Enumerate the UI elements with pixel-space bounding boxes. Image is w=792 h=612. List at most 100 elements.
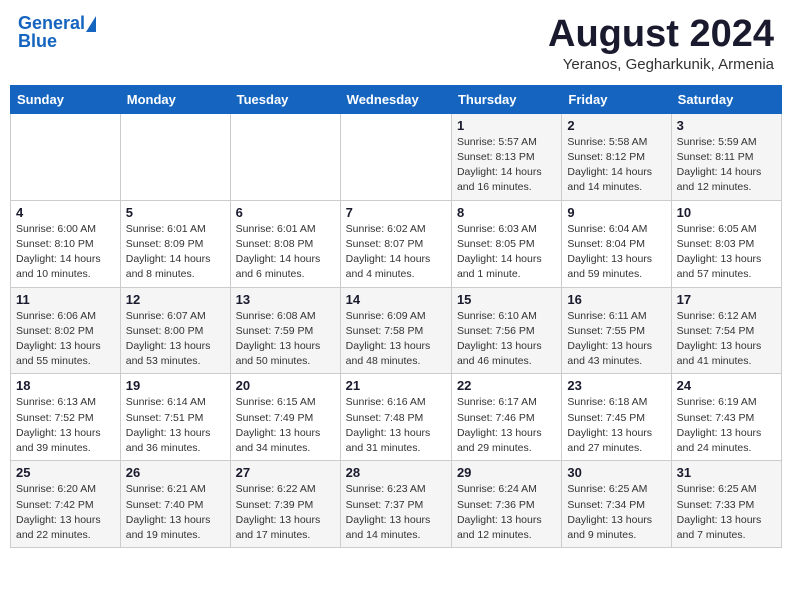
day-number: 1 [457,118,556,133]
day-number: 23 [567,378,665,393]
calendar-cell [230,113,340,200]
calendar-cell: 30 Sunrise: 6:25 AM Sunset: 7:34 PM Dayli… [562,461,671,548]
day-number: 5 [126,205,225,220]
day-info: Sunrise: 6:22 AM Sunset: 7:39 PM Dayligh… [236,482,335,543]
day-info: Sunrise: 5:57 AM Sunset: 8:13 PM Dayligh… [457,135,556,196]
calendar-cell: 6 Sunrise: 6:01 AM Sunset: 8:08 PM Daylig… [230,200,340,287]
day-info: Sunrise: 6:07 AM Sunset: 8:00 PM Dayligh… [126,309,225,370]
day-info: Sunrise: 6:17 AM Sunset: 7:46 PM Dayligh… [457,395,556,456]
day-info: Sunrise: 6:08 AM Sunset: 7:59 PM Dayligh… [236,309,335,370]
day-number: 25 [16,465,115,480]
calendar-cell: 15 Sunrise: 6:10 AM Sunset: 7:56 PM Dayli… [451,287,561,374]
day-number: 24 [677,378,776,393]
day-number: 9 [567,205,665,220]
calendar-cell: 26Sunrise: 6:21 AM Sunset: 7:40 PM Dayli… [120,461,230,548]
day-info: Sunrise: 6:06 AM Sunset: 8:02 PM Dayligh… [16,309,115,370]
calendar-cell: 21 Sunrise: 6:16 AM Sunset: 7:48 PM Dayli… [340,374,451,461]
calendar-table: SundayMondayTuesdayWednesdayThursdayFrid… [10,85,782,548]
calendar-cell: 23 Sunrise: 6:18 AM Sunset: 7:45 PM Dayli… [562,374,671,461]
calendar-cell: 3Sunrise: 5:59 AM Sunset: 8:11 PM Daylig… [671,113,781,200]
day-info: Sunrise: 6:02 AM Sunset: 8:07 PM Dayligh… [346,222,446,283]
calendar-cell: 29 Sunrise: 6:24 AM Sunset: 7:36 PM Dayli… [451,461,561,548]
day-number: 19 [126,378,225,393]
calendar-cell: 4 Sunrise: 6:00 AM Sunset: 8:10 PM Daylig… [11,200,121,287]
logo: General Blue [18,14,96,50]
calendar-week-row: 11 Sunrise: 6:06 AM Sunset: 8:02 PM Dayli… [11,287,782,374]
calendar-cell: 22 Sunrise: 6:17 AM Sunset: 7:46 PM Dayli… [451,374,561,461]
day-number: 15 [457,292,556,307]
calendar-header-row: SundayMondayTuesdayWednesdayThursdayFrid… [11,85,782,113]
day-number: 4 [16,205,115,220]
title-area: August 2024 Yeranos, Gegharkunik, Armeni… [548,14,774,73]
calendar-cell [120,113,230,200]
day-info: Sunrise: 6:14 AM Sunset: 7:51 PM Dayligh… [126,395,225,456]
day-info: Sunrise: 6:00 AM Sunset: 8:10 PM Dayligh… [16,222,115,283]
day-info: Sunrise: 6:16 AM Sunset: 7:48 PM Dayligh… [346,395,446,456]
day-number: 3 [677,118,776,133]
day-info: Sunrise: 6:18 AM Sunset: 7:45 PM Dayligh… [567,395,665,456]
day-info: Sunrise: 6:01 AM Sunset: 8:08 PM Dayligh… [236,222,335,283]
day-number: 27 [236,465,335,480]
calendar-cell: 14Sunrise: 6:09 AM Sunset: 7:58 PM Dayli… [340,287,451,374]
logo-blue: Blue [18,32,96,50]
day-info: Sunrise: 6:23 AM Sunset: 7:37 PM Dayligh… [346,482,446,543]
day-number: 20 [236,378,335,393]
page-header: General Blue August 2024 Yeranos, Geghar… [10,10,782,77]
calendar-cell: 5 Sunrise: 6:01 AM Sunset: 8:09 PM Daylig… [120,200,230,287]
calendar-cell: 25 Sunrise: 6:20 AM Sunset: 7:42 PM Dayli… [11,461,121,548]
calendar-cell [340,113,451,200]
day-info: Sunrise: 6:05 AM Sunset: 8:03 PM Dayligh… [677,222,776,283]
month-title: August 2024 [548,14,774,56]
day-number: 17 [677,292,776,307]
calendar-cell: 31 Sunrise: 6:25 AM Sunset: 7:33 PM Dayli… [671,461,781,548]
day-info: Sunrise: 6:24 AM Sunset: 7:36 PM Dayligh… [457,482,556,543]
calendar-cell: 11 Sunrise: 6:06 AM Sunset: 8:02 PM Dayli… [11,287,121,374]
location-subtitle: Yeranos, Gegharkunik, Armenia [548,56,774,73]
weekday-header-friday: Friday [562,85,671,113]
day-info: Sunrise: 6:21 AM Sunset: 7:40 PM Dayligh… [126,482,225,543]
calendar-week-row: 4 Sunrise: 6:00 AM Sunset: 8:10 PM Daylig… [11,200,782,287]
day-info: Sunrise: 6:09 AM Sunset: 7:58 PM Dayligh… [346,309,446,370]
calendar-cell: 17Sunrise: 6:12 AM Sunset: 7:54 PM Dayli… [671,287,781,374]
weekday-header-wednesday: Wednesday [340,85,451,113]
calendar-cell: 20 Sunrise: 6:15 AM Sunset: 7:49 PM Dayli… [230,374,340,461]
calendar-cell: 7Sunrise: 6:02 AM Sunset: 8:07 PM Daylig… [340,200,451,287]
calendar-cell: 2Sunrise: 5:58 AM Sunset: 8:12 PM Daylig… [562,113,671,200]
calendar-week-row: 1 Sunrise: 5:57 AM Sunset: 8:13 PM Daylig… [11,113,782,200]
calendar-cell: 18 Sunrise: 6:13 AM Sunset: 7:52 PM Dayli… [11,374,121,461]
calendar-cell: 9 Sunrise: 6:04 AM Sunset: 8:04 PM Daylig… [562,200,671,287]
day-number: 12 [126,292,225,307]
day-number: 11 [16,292,115,307]
day-number: 31 [677,465,776,480]
day-info: Sunrise: 6:15 AM Sunset: 7:49 PM Dayligh… [236,395,335,456]
day-info: Sunrise: 6:01 AM Sunset: 8:09 PM Dayligh… [126,222,225,283]
weekday-header-monday: Monday [120,85,230,113]
day-info: Sunrise: 6:25 AM Sunset: 7:33 PM Dayligh… [677,482,776,543]
day-number: 13 [236,292,335,307]
day-info: Sunrise: 6:10 AM Sunset: 7:56 PM Dayligh… [457,309,556,370]
day-number: 16 [567,292,665,307]
day-number: 22 [457,378,556,393]
day-number: 29 [457,465,556,480]
day-info: Sunrise: 6:19 AM Sunset: 7:43 PM Dayligh… [677,395,776,456]
day-number: 18 [16,378,115,393]
day-info: Sunrise: 6:25 AM Sunset: 7:34 PM Dayligh… [567,482,665,543]
calendar-cell: 27 Sunrise: 6:22 AM Sunset: 7:39 PM Dayli… [230,461,340,548]
weekday-header-sunday: Sunday [11,85,121,113]
day-info: Sunrise: 6:20 AM Sunset: 7:42 PM Dayligh… [16,482,115,543]
calendar-cell: 10Sunrise: 6:05 AM Sunset: 8:03 PM Dayli… [671,200,781,287]
day-number: 6 [236,205,335,220]
weekday-header-tuesday: Tuesday [230,85,340,113]
calendar-week-row: 18 Sunrise: 6:13 AM Sunset: 7:52 PM Dayli… [11,374,782,461]
day-info: Sunrise: 6:11 AM Sunset: 7:55 PM Dayligh… [567,309,665,370]
calendar-cell: 12 Sunrise: 6:07 AM Sunset: 8:00 PM Dayli… [120,287,230,374]
day-number: 21 [346,378,446,393]
day-info: Sunrise: 6:13 AM Sunset: 7:52 PM Dayligh… [16,395,115,456]
calendar-cell: 16 Sunrise: 6:11 AM Sunset: 7:55 PM Dayli… [562,287,671,374]
day-info: Sunrise: 6:04 AM Sunset: 8:04 PM Dayligh… [567,222,665,283]
day-number: 2 [567,118,665,133]
calendar-cell [11,113,121,200]
day-number: 30 [567,465,665,480]
logo-text: General Blue [18,14,96,50]
weekday-header-thursday: Thursday [451,85,561,113]
